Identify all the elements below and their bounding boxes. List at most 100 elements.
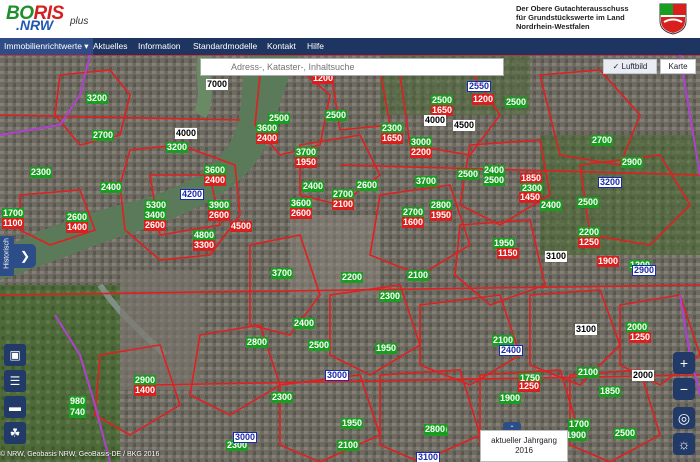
land-value-label[interactable]: 1600 <box>402 217 425 228</box>
locate-icon[interactable]: ◎ <box>673 407 695 429</box>
nrw-map-icon[interactable]: ☘ <box>4 422 26 444</box>
historisch-tab[interactable]: Historisch <box>0 236 14 276</box>
land-value-label[interactable]: 1400 <box>66 222 89 233</box>
land-value-label[interactable]: 2100 <box>332 199 355 210</box>
land-value-label[interactable]: 4000 <box>424 115 447 126</box>
globe-icon[interactable]: ☼ <box>673 433 695 455</box>
aerial-view-button[interactable]: ✓ Luftbild <box>603 59 657 74</box>
land-value-label[interactable]: 3200 <box>86 93 109 104</box>
land-value-label[interactable]: 1250 <box>629 332 652 343</box>
land-value-label[interactable]: 980 <box>69 396 87 407</box>
nav-kontakt[interactable]: Kontakt <box>263 38 300 55</box>
land-value-label[interactable]: 4200 <box>180 189 205 200</box>
nav-information[interactable]: Information <box>134 38 185 55</box>
land-value-label[interactable]: 2500 <box>325 110 348 121</box>
land-value-label[interactable]: 2700 <box>591 135 614 146</box>
map-view[interactable]: 3200 2700 4000 3200 7000 1200 2500 3600 2400 2500… <box>0 55 700 462</box>
zoom-out-icon[interactable]: − <box>673 378 695 400</box>
land-value-label[interactable]: 2200 <box>341 272 364 283</box>
land-value-label[interactable]: 3100 <box>545 251 568 262</box>
land-value-label[interactable]: 1250 <box>518 381 541 392</box>
land-value-label[interactable]: 1650 <box>381 133 404 144</box>
land-value-label[interactable]: 3200 <box>166 142 189 153</box>
land-value-label[interactable]: 1450 <box>519 192 542 203</box>
land-value-label[interactable]: 2500 <box>577 197 600 208</box>
land-value-label[interactable]: 2600 <box>356 180 379 191</box>
land-value-label[interactable]: 2550 <box>467 81 492 92</box>
nrw-coat-of-arms-icon <box>659 3 687 35</box>
land-value-label[interactable]: 2500 <box>614 428 637 439</box>
land-value-label[interactable]: 3700 <box>415 176 438 187</box>
land-value-label[interactable]: 3200 <box>598 177 623 188</box>
boris-logo[interactable]: BORIS .NRW plus <box>6 3 126 35</box>
layers-icon[interactable]: ☰ <box>4 370 26 392</box>
land-value-label[interactable]: 4500 <box>453 120 476 131</box>
land-value-label[interactable]: 2000 <box>632 370 655 381</box>
land-value-label[interactable]: 1900 <box>565 430 588 441</box>
search-box[interactable] <box>200 58 504 76</box>
land-value-label[interactable]: 1250 <box>578 237 601 248</box>
land-value-label[interactable]: 3300 <box>193 240 216 251</box>
land-value-label[interactable]: 2500 <box>505 97 528 108</box>
land-value-label[interactable]: 740 <box>69 407 87 418</box>
map-view-button[interactable]: Karte <box>660 59 696 74</box>
land-value-label[interactable]: 1100 <box>2 218 24 229</box>
land-value-label[interactable]: 3700 <box>271 268 294 279</box>
nav-standardmodelle[interactable]: Standardmodelle <box>189 38 261 55</box>
nav-hilfe[interactable]: Hilfe <box>303 38 328 55</box>
land-value-label[interactable]: 1900 <box>597 256 620 267</box>
land-value-label[interactable]: 1700 <box>568 419 591 430</box>
land-value-label[interactable]: 2100 <box>577 367 600 378</box>
land-value-label[interactable]: 2300 <box>271 392 294 403</box>
search-input[interactable] <box>201 59 503 75</box>
nav-immobilienrichtwerte[interactable]: Immobilienrichtwerte ▾ <box>0 38 93 55</box>
land-value-label[interactable]: 2400 <box>256 133 279 144</box>
land-value-label[interactable]: 2500 <box>308 340 331 351</box>
nav-aktuelles[interactable]: Aktuelles <box>89 38 132 55</box>
land-value-label[interactable]: 2400 <box>204 175 227 186</box>
zoom-in-icon[interactable]: + <box>673 352 695 374</box>
land-value-label[interactable]: 1950 <box>295 157 318 168</box>
land-value-label[interactable]: 3000 <box>233 432 258 443</box>
land-value-label[interactable]: 2100 <box>407 270 430 281</box>
land-value-label[interactable]: 2400 <box>302 181 325 192</box>
land-value-label[interactable]: 4000 <box>175 128 198 139</box>
land-value-label[interactable]: 2600 <box>144 220 167 231</box>
measure-icon[interactable]: ▬ <box>4 396 26 418</box>
land-value-label[interactable]: 2600 <box>208 210 231 221</box>
land-value-label[interactable]: 1950 <box>430 210 453 221</box>
land-value-label[interactable]: 3100 <box>416 452 441 462</box>
year-value: 2016 <box>515 446 533 455</box>
land-value-label[interactable]: 2500 <box>483 175 506 186</box>
land-value-label[interactable]: 1200 <box>472 94 495 105</box>
land-value-label[interactable]: 2700 <box>92 130 115 141</box>
land-value-label[interactable]: 2800 <box>246 337 269 348</box>
info-icon[interactable]: ▣ <box>4 344 26 366</box>
land-value-label[interactable]: 2600 <box>290 208 313 219</box>
logo-nrw: .NRW <box>16 17 54 33</box>
land-value-label[interactable]: 1150 <box>497 248 519 259</box>
land-value-label[interactable]: 7000 <box>206 79 229 90</box>
land-value-label[interactable]: 2300 <box>379 291 402 302</box>
land-value-label[interactable]: 2500 <box>457 169 480 180</box>
land-value-label[interactable]: 2200 <box>410 147 433 158</box>
land-value-label[interactable]: 4500 <box>230 221 253 232</box>
land-value-label[interactable]: 1950 <box>341 418 364 429</box>
land-value-label[interactable]: 2400 <box>293 318 316 329</box>
land-value-label[interactable]: 1850 <box>599 386 622 397</box>
land-value-label[interactable]: 3000 <box>325 370 350 381</box>
land-value-label[interactable]: 2900 <box>632 265 657 276</box>
land-value-label[interactable]: 2100 <box>337 440 360 451</box>
chevron-right-icon[interactable]: ❯ <box>14 244 36 268</box>
land-value-label[interactable]: 2800 <box>424 424 447 435</box>
year-panel[interactable]: aktueller Jahrgang 2016 <box>480 430 568 462</box>
land-value-label[interactable]: 2400 <box>100 182 123 193</box>
land-value-label[interactable]: 1950 <box>375 343 398 354</box>
land-value-label[interactable]: 1400 <box>134 385 157 396</box>
land-value-label[interactable]: 1900 <box>499 393 522 404</box>
land-value-label[interactable]: 3100 <box>575 324 598 335</box>
land-value-label[interactable]: 2400 <box>540 200 563 211</box>
land-value-label[interactable]: 2300 <box>30 167 53 178</box>
land-value-label[interactable]: 2900 <box>621 157 644 168</box>
land-value-label[interactable]: 2400 <box>499 345 524 356</box>
